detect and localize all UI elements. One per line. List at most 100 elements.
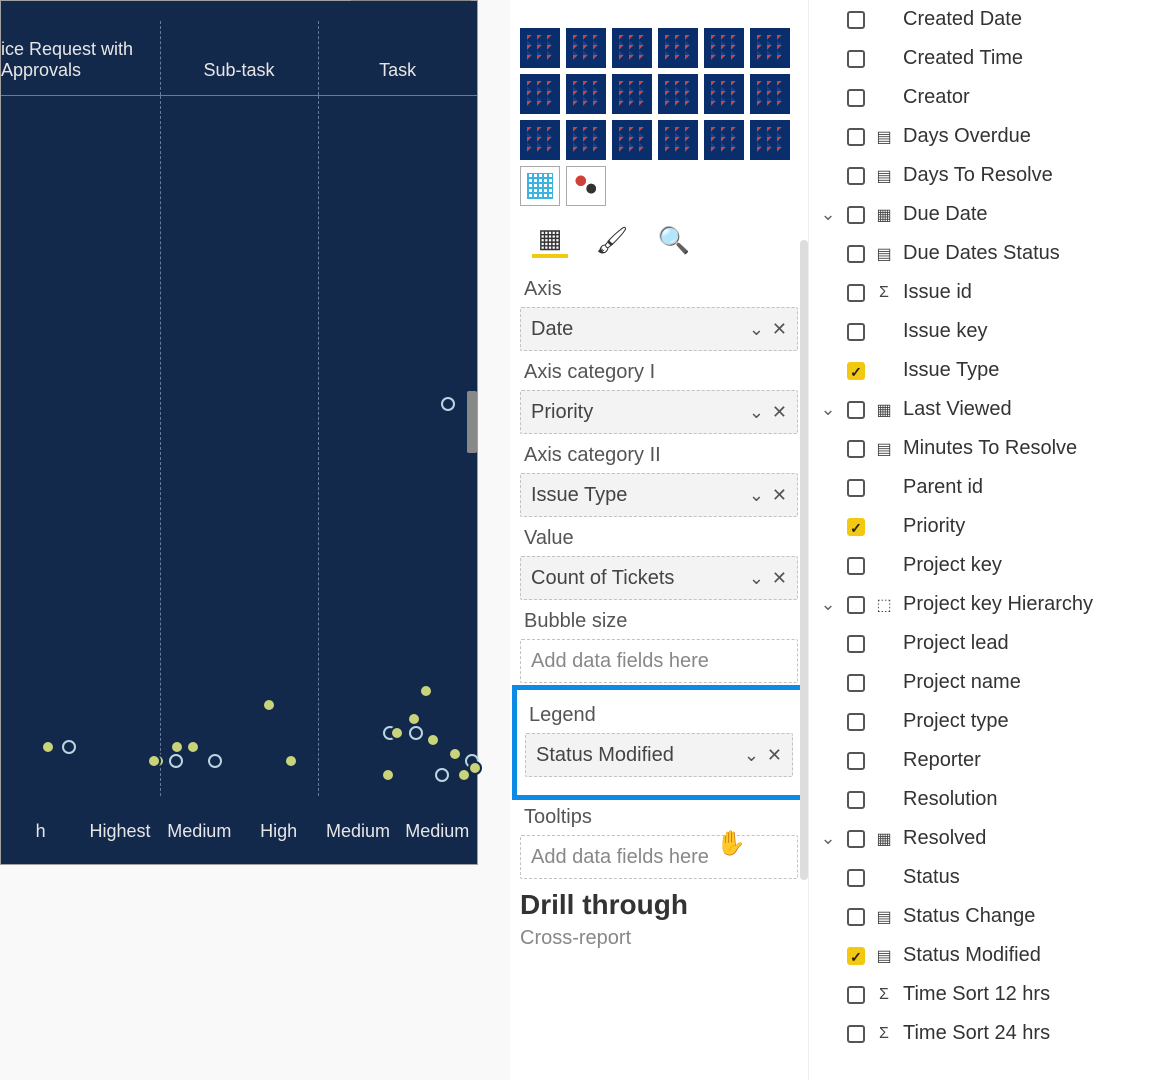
field-row[interactable]: Creator bbox=[809, 78, 1152, 117]
field-row[interactable]: Priority bbox=[809, 507, 1152, 546]
field-checkbox[interactable] bbox=[847, 830, 865, 848]
visual-type-thumb[interactable] bbox=[750, 120, 790, 160]
remove-field-icon[interactable]: ✕ bbox=[772, 485, 787, 506]
field-checkbox[interactable] bbox=[847, 50, 865, 68]
chart-data-point[interactable] bbox=[147, 754, 161, 768]
field-row[interactable]: Issue Type bbox=[809, 351, 1152, 390]
field-well[interactable]: Issue Type⌄✕ bbox=[520, 473, 798, 517]
visual-type-thumb[interactable] bbox=[612, 120, 652, 160]
field-row[interactable]: ▤Days Overdue bbox=[809, 117, 1152, 156]
visual-type-thumb[interactable] bbox=[520, 74, 560, 114]
field-checkbox[interactable] bbox=[847, 947, 865, 965]
field-checkbox[interactable] bbox=[847, 401, 865, 419]
expand-chevron-icon[interactable]: ⌄ bbox=[817, 399, 839, 420]
visual-type-thumb[interactable] bbox=[566, 166, 606, 206]
field-well[interactable]: Date⌄✕ bbox=[520, 307, 798, 351]
visual-type-thumb[interactable] bbox=[704, 120, 744, 160]
field-well[interactable]: Status Modified⌄✕ bbox=[525, 733, 793, 777]
field-checkbox[interactable] bbox=[847, 89, 865, 107]
chevron-down-icon[interactable]: ⌄ bbox=[749, 402, 764, 423]
field-checkbox[interactable] bbox=[847, 440, 865, 458]
field-checkbox[interactable] bbox=[847, 869, 865, 887]
report-canvas[interactable]: ⋯ ▢ ice Request with ApprovalsSub-taskTa… bbox=[0, 0, 510, 1080]
field-checkbox[interactable] bbox=[847, 128, 865, 146]
field-checkbox[interactable] bbox=[847, 518, 865, 536]
selection-handle[interactable] bbox=[467, 391, 477, 453]
field-checkbox[interactable] bbox=[847, 479, 865, 497]
field-row[interactable]: ▤Status Change bbox=[809, 897, 1152, 936]
field-row[interactable]: ΣTime Sort 24 hrs bbox=[809, 1014, 1152, 1053]
chart-data-point[interactable] bbox=[62, 740, 76, 754]
field-checkbox[interactable] bbox=[847, 635, 865, 653]
field-row[interactable]: Parent id bbox=[809, 468, 1152, 507]
chart-data-point[interactable] bbox=[186, 740, 200, 754]
field-checkbox[interactable] bbox=[847, 206, 865, 224]
field-row[interactable]: ⌄▦Last Viewed bbox=[809, 390, 1152, 429]
chart-data-point[interactable] bbox=[407, 712, 421, 726]
visual-type-thumb[interactable] bbox=[704, 28, 744, 68]
field-checkbox[interactable] bbox=[847, 752, 865, 770]
field-checkbox[interactable] bbox=[847, 791, 865, 809]
field-row[interactable]: Resolution bbox=[809, 780, 1152, 819]
field-row[interactable]: ΣIssue id bbox=[809, 273, 1152, 312]
field-row[interactable]: Reporter bbox=[809, 741, 1152, 780]
chart-data-point[interactable] bbox=[390, 726, 404, 740]
field-checkbox[interactable] bbox=[847, 908, 865, 926]
field-checkbox[interactable] bbox=[847, 284, 865, 302]
field-row[interactable]: Project type bbox=[809, 702, 1152, 741]
chart-data-point[interactable] bbox=[426, 733, 440, 747]
remove-field-icon[interactable]: ✕ bbox=[772, 319, 787, 340]
visual-type-thumb[interactable] bbox=[658, 120, 698, 160]
visual-type-thumb[interactable] bbox=[612, 28, 652, 68]
visual-type-thumb[interactable] bbox=[658, 74, 698, 114]
field-checkbox[interactable] bbox=[847, 986, 865, 1004]
field-checkbox[interactable] bbox=[847, 362, 865, 380]
chevron-down-icon[interactable]: ⌄ bbox=[749, 485, 764, 506]
chart-data-point[interactable] bbox=[448, 747, 462, 761]
expand-chevron-icon[interactable]: ⌄ bbox=[817, 204, 839, 225]
field-row[interactable]: ▤Status Modified bbox=[809, 936, 1152, 975]
field-well[interactable]: Priority⌄✕ bbox=[520, 390, 798, 434]
field-checkbox[interactable] bbox=[847, 557, 865, 575]
pane-scrollbar[interactable] bbox=[800, 240, 808, 880]
field-row[interactable]: ΣTime Sort 12 hrs bbox=[809, 975, 1152, 1014]
chart-data-point[interactable] bbox=[457, 768, 471, 782]
field-row[interactable]: ▤Days To Resolve bbox=[809, 156, 1152, 195]
analytics-tab-icon[interactable]: 🔍 bbox=[656, 222, 692, 258]
field-checkbox[interactable] bbox=[847, 245, 865, 263]
field-well[interactable]: Add data fields here bbox=[520, 639, 798, 683]
field-row[interactable]: Status bbox=[809, 858, 1152, 897]
field-checkbox[interactable] bbox=[847, 167, 865, 185]
remove-field-icon[interactable]: ✕ bbox=[767, 745, 782, 766]
chart-data-point[interactable] bbox=[262, 698, 276, 712]
field-row[interactable]: Created Date bbox=[809, 0, 1152, 39]
chart-data-point[interactable] bbox=[441, 397, 455, 411]
remove-field-icon[interactable]: ✕ bbox=[772, 568, 787, 589]
fields-tab-icon[interactable]: ▦ bbox=[532, 222, 568, 258]
visual-type-thumb[interactable] bbox=[612, 74, 652, 114]
remove-field-icon[interactable]: ✕ bbox=[772, 402, 787, 423]
field-row[interactable]: Issue key bbox=[809, 312, 1152, 351]
visual-type-thumb[interactable] bbox=[566, 28, 606, 68]
chart-data-point[interactable] bbox=[169, 754, 183, 768]
chevron-down-icon[interactable]: ⌄ bbox=[744, 745, 759, 766]
visual-type-thumb[interactable] bbox=[566, 74, 606, 114]
field-row[interactable]: ▤Due Dates Status bbox=[809, 234, 1152, 273]
visual-type-thumb[interactable] bbox=[750, 28, 790, 68]
field-row[interactable]: Project lead bbox=[809, 624, 1152, 663]
chart-data-point[interactable] bbox=[409, 726, 423, 740]
field-row[interactable]: ⌄▦Due Date bbox=[809, 195, 1152, 234]
chart-visual[interactable]: ⋯ ▢ ice Request with ApprovalsSub-taskTa… bbox=[0, 0, 478, 865]
chart-data-point[interactable] bbox=[381, 768, 395, 782]
chart-data-point[interactable] bbox=[208, 754, 222, 768]
visual-type-thumb[interactable] bbox=[520, 120, 560, 160]
field-checkbox[interactable] bbox=[847, 1025, 865, 1043]
field-checkbox[interactable] bbox=[847, 596, 865, 614]
chart-data-point[interactable] bbox=[284, 754, 298, 768]
chevron-down-icon[interactable]: ⌄ bbox=[749, 568, 764, 589]
field-row[interactable]: Created Time bbox=[809, 39, 1152, 78]
visual-type-thumb[interactable] bbox=[704, 74, 744, 114]
chevron-down-icon[interactable]: ⌄ bbox=[749, 319, 764, 340]
field-row[interactable]: ⌄⬚Project key Hierarchy bbox=[809, 585, 1152, 624]
expand-chevron-icon[interactable]: ⌄ bbox=[817, 828, 839, 849]
